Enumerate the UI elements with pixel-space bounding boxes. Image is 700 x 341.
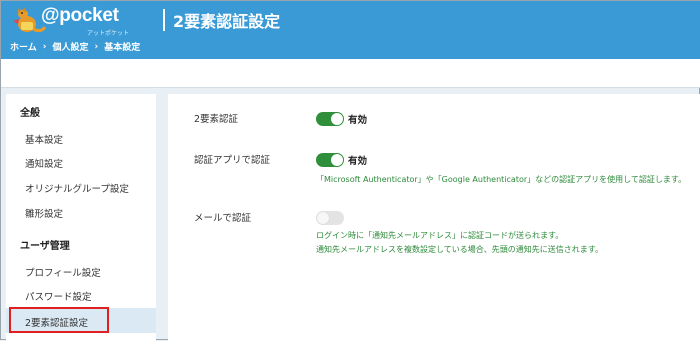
two-factor-toggle[interactable] bbox=[316, 112, 344, 126]
breadcrumb: ホーム › 個人設定 › 基本設定 bbox=[10, 40, 140, 54]
page-title: 2要素認証設定 bbox=[173, 12, 281, 31]
sidebar-item-notification-settings[interactable]: 通知設定 bbox=[25, 156, 63, 170]
title-divider bbox=[163, 9, 165, 31]
logo-subtext: アットポケット bbox=[87, 30, 130, 37]
two-factor-label: 2要素認証 bbox=[194, 114, 239, 125]
two-factor-status: 有効 bbox=[348, 115, 368, 126]
email-auth-label: メールで認証 bbox=[194, 213, 252, 224]
active-item-highlight-frame bbox=[9, 307, 109, 333]
breadcrumb-personal-settings[interactable]: 個人設定 bbox=[52, 40, 88, 53]
settings-sidebar: 全般 基本設定 通知設定 オリジナルグループ設定 雛形設定 ユーザ管理 プロフィ… bbox=[6, 94, 156, 341]
breadcrumb-home[interactable]: ホーム bbox=[10, 40, 37, 53]
toggle-knob bbox=[331, 154, 343, 166]
sidebar-item-template-settings[interactable]: 雛形設定 bbox=[25, 206, 63, 220]
sidebar-item-password-settings[interactable]: パスワード設定 bbox=[25, 289, 92, 303]
two-factor-settings-panel: 2要素認証 有効 認証アプリで認証 有効 「Microsoft Authenti… bbox=[168, 94, 700, 341]
toolbar-strip bbox=[1, 59, 700, 88]
auth-app-status: 有効 bbox=[348, 156, 368, 167]
auth-app-label: 認証アプリで認証 bbox=[194, 155, 271, 166]
toggle-knob bbox=[317, 212, 329, 224]
breadcrumb-basic-settings[interactable]: 基本設定 bbox=[104, 40, 140, 53]
sidebar-item-profile-settings[interactable]: プロフィール設定 bbox=[25, 265, 101, 279]
sidebar-section-user-management: ユーザ管理 bbox=[20, 241, 70, 252]
sidebar-item-original-group-settings[interactable]: オリジナルグループ設定 bbox=[25, 181, 129, 195]
app-header: @pocket アットポケット 2要素認証設定 ホーム › 個人設定 › 基本設… bbox=[1, 1, 700, 59]
email-auth-toggle[interactable] bbox=[316, 211, 344, 225]
email-auth-note-line-2: 通知先メールアドレスを複数設定している場合、先頭の通知先に送信されます。 bbox=[316, 245, 603, 254]
toggle-knob bbox=[331, 113, 343, 125]
breadcrumb-separator-icon: › bbox=[94, 41, 99, 52]
sidebar-section-general: 全般 bbox=[20, 108, 40, 119]
auth-app-toggle[interactable] bbox=[316, 153, 344, 167]
logo-text[interactable]: @pocket bbox=[41, 5, 119, 27]
auth-app-note: 「Microsoft Authenticator」や「Google Authen… bbox=[316, 175, 687, 184]
email-auth-note-line-1: ログイン時に「通知先メールアドレス」に認証コードが送られます。 bbox=[316, 231, 564, 240]
breadcrumb-separator-icon: › bbox=[42, 41, 47, 52]
sidebar-item-basic-settings[interactable]: 基本設定 bbox=[25, 132, 63, 146]
